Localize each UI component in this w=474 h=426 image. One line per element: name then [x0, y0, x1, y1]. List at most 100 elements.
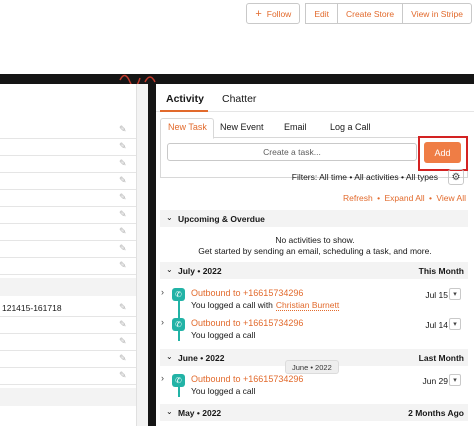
activity-date: Jun 29 — [422, 376, 448, 386]
activity-subtitle: You logged a call — [191, 386, 256, 396]
edit-pencil-icon[interactable]: ✎ — [119, 337, 128, 346]
expand-all-link[interactable]: Expand All — [384, 193, 424, 203]
detail-row: ✎ — [0, 351, 136, 368]
row-actions-dropdown[interactable]: ▾ — [449, 374, 461, 386]
view-in-stripe-button[interactable]: View in Stripe — [402, 3, 472, 24]
section-header — [0, 388, 136, 406]
phone-icon: ✆ — [172, 374, 185, 387]
date-tooltip: June • 2022 — [285, 360, 339, 374]
tab-activity[interactable]: Activity — [166, 93, 204, 105]
activity-date: Jul 14 — [425, 320, 448, 330]
chevron-down-icon: ⌄ — [166, 265, 173, 274]
active-tab-indicator — [160, 110, 208, 112]
subtab-new-task[interactable]: New Task — [168, 122, 207, 132]
detail-row: ✎ — [0, 334, 136, 351]
chevron-right-icon[interactable]: › — [161, 317, 164, 327]
detail-row: ✎ — [0, 207, 136, 224]
section-header — [0, 278, 136, 296]
phone-icon: ✆ — [172, 318, 185, 331]
detail-row: ✎ — [0, 258, 136, 275]
subtab-email[interactable]: Email — [284, 122, 307, 132]
publisher-tabs: New Task New Event Email Log a Call — [160, 118, 468, 139]
timeline-line — [178, 331, 180, 341]
edit-pencil-icon[interactable]: ✎ — [119, 261, 128, 270]
follow-label: Follow — [266, 8, 292, 19]
section-title: May • 2022 — [178, 408, 222, 418]
edit-pencil-icon[interactable]: ✎ — [119, 227, 128, 236]
phone-icon: ✆ — [172, 288, 185, 301]
record-header: + Follow Edit Create Store View in Strip… — [0, 0, 474, 74]
section-may-2022[interactable]: ⌄ May • 2022 2 Months Ago — [160, 404, 468, 421]
scrollbar[interactable] — [136, 84, 148, 426]
empty-state-title: No activities to show. — [275, 235, 355, 245]
detail-row: ✎ — [0, 368, 136, 385]
edit-pencil-icon[interactable]: ✎ — [119, 244, 128, 253]
section-title: July • 2022 — [178, 266, 222, 276]
detail-row: ✎ — [0, 156, 136, 173]
plus-icon: + — [255, 7, 262, 20]
activity-panel: Activity Chatter New Task New Event Emai… — [156, 84, 474, 426]
create-store-button[interactable]: Create Store — [336, 3, 404, 24]
activity-tabs: Activity Chatter — [156, 84, 474, 112]
edit-pencil-icon[interactable]: ✎ — [119, 354, 128, 363]
subtab-new-event[interactable]: New Event — [220, 122, 264, 132]
refresh-link[interactable]: Refresh — [343, 193, 373, 203]
chevron-down-icon: ⌄ — [166, 352, 173, 361]
link-separator: • — [429, 193, 433, 203]
follow-button[interactable]: + Follow — [246, 3, 301, 24]
chevron-right-icon[interactable]: › — [161, 373, 164, 383]
edit-button[interactable]: Edit — [305, 3, 338, 24]
detail-row: 121415-161718 ✎ — [0, 300, 136, 317]
subtab-log-call[interactable]: Log a Call — [330, 122, 371, 132]
gear-icon[interactable]: ⚙ — [448, 169, 464, 185]
edit-pencil-icon[interactable]: ✎ — [119, 193, 128, 202]
filters-text[interactable]: Filters: All time • All activities • All… — [292, 172, 438, 182]
timeline-line — [178, 387, 180, 397]
edit-pencil-icon[interactable]: ✎ — [119, 303, 128, 312]
detail-row: ✎ — [0, 224, 136, 241]
detail-row: ✎ — [0, 317, 136, 334]
section-period: Last Month — [418, 353, 464, 363]
link-separator: • — [377, 193, 381, 203]
empty-state-message: Get started by sending an email, schedul… — [198, 246, 432, 256]
detail-row: ✎ — [0, 190, 136, 207]
chevron-right-icon[interactable]: › — [161, 287, 164, 297]
edit-pencil-icon[interactable]: ✎ — [119, 125, 128, 134]
activity-title[interactable]: Outbound to +16615734296 — [191, 374, 303, 384]
view-all-link[interactable]: View All — [436, 193, 466, 203]
edit-pencil-icon[interactable]: ✎ — [119, 142, 128, 151]
section-period: 2 Months Ago — [408, 408, 464, 418]
activity-links: Refresh • Expand All • View All — [343, 193, 466, 203]
chevron-down-icon: ⌄ — [166, 407, 173, 416]
detail-row: ✎ — [0, 139, 136, 156]
activity-title[interactable]: Outbound to +16615734296 — [191, 318, 303, 328]
details-panel: ✎ ✎ ✎ ✎ ✎ ✎ ✎ ✎ ✎ 121415-161718 ✎ ✎ ✎ ✎ … — [0, 84, 148, 426]
header-actions: + Follow Edit Create Store View in Strip… — [246, 3, 472, 24]
chevron-down-icon: ⌄ — [166, 213, 173, 222]
section-july-2022[interactable]: ⌄ July • 2022 This Month — [160, 262, 468, 279]
record-value: 121415-161718 — [2, 303, 62, 313]
detail-row: ✎ — [0, 122, 136, 139]
tab-chatter[interactable]: Chatter — [222, 93, 256, 105]
edit-pencil-icon[interactable]: ✎ — [119, 176, 128, 185]
section-title: June • 2022 — [178, 353, 225, 363]
detail-row: ✎ — [0, 173, 136, 190]
edit-pencil-icon[interactable]: ✎ — [119, 159, 128, 168]
create-task-input[interactable]: Create a task... — [167, 143, 417, 161]
add-button[interactable]: Add — [424, 142, 461, 163]
activity-title[interactable]: Outbound to +16615734296 — [191, 288, 303, 298]
section-upcoming[interactable]: ⌄ Upcoming & Overdue — [160, 210, 468, 227]
activity-subtitle-text: You logged a call with — [191, 300, 273, 310]
edit-pencil-icon[interactable]: ✎ — [119, 210, 128, 219]
timeline-line — [178, 300, 180, 318]
detail-row: ✎ — [0, 241, 136, 258]
section-period: This Month — [418, 266, 464, 276]
section-title: Upcoming & Overdue — [178, 214, 265, 224]
contact-link[interactable]: Christian Burnett — [275, 300, 340, 311]
activity-date: Jul 15 — [425, 290, 448, 300]
row-actions-dropdown[interactable]: ▾ — [449, 288, 461, 300]
edit-pencil-icon[interactable]: ✎ — [119, 320, 128, 329]
edit-pencil-icon[interactable]: ✎ — [119, 371, 128, 380]
activity-subtitle: You logged a call with Christian Burnett — [191, 300, 340, 311]
row-actions-dropdown[interactable]: ▾ — [449, 318, 461, 330]
